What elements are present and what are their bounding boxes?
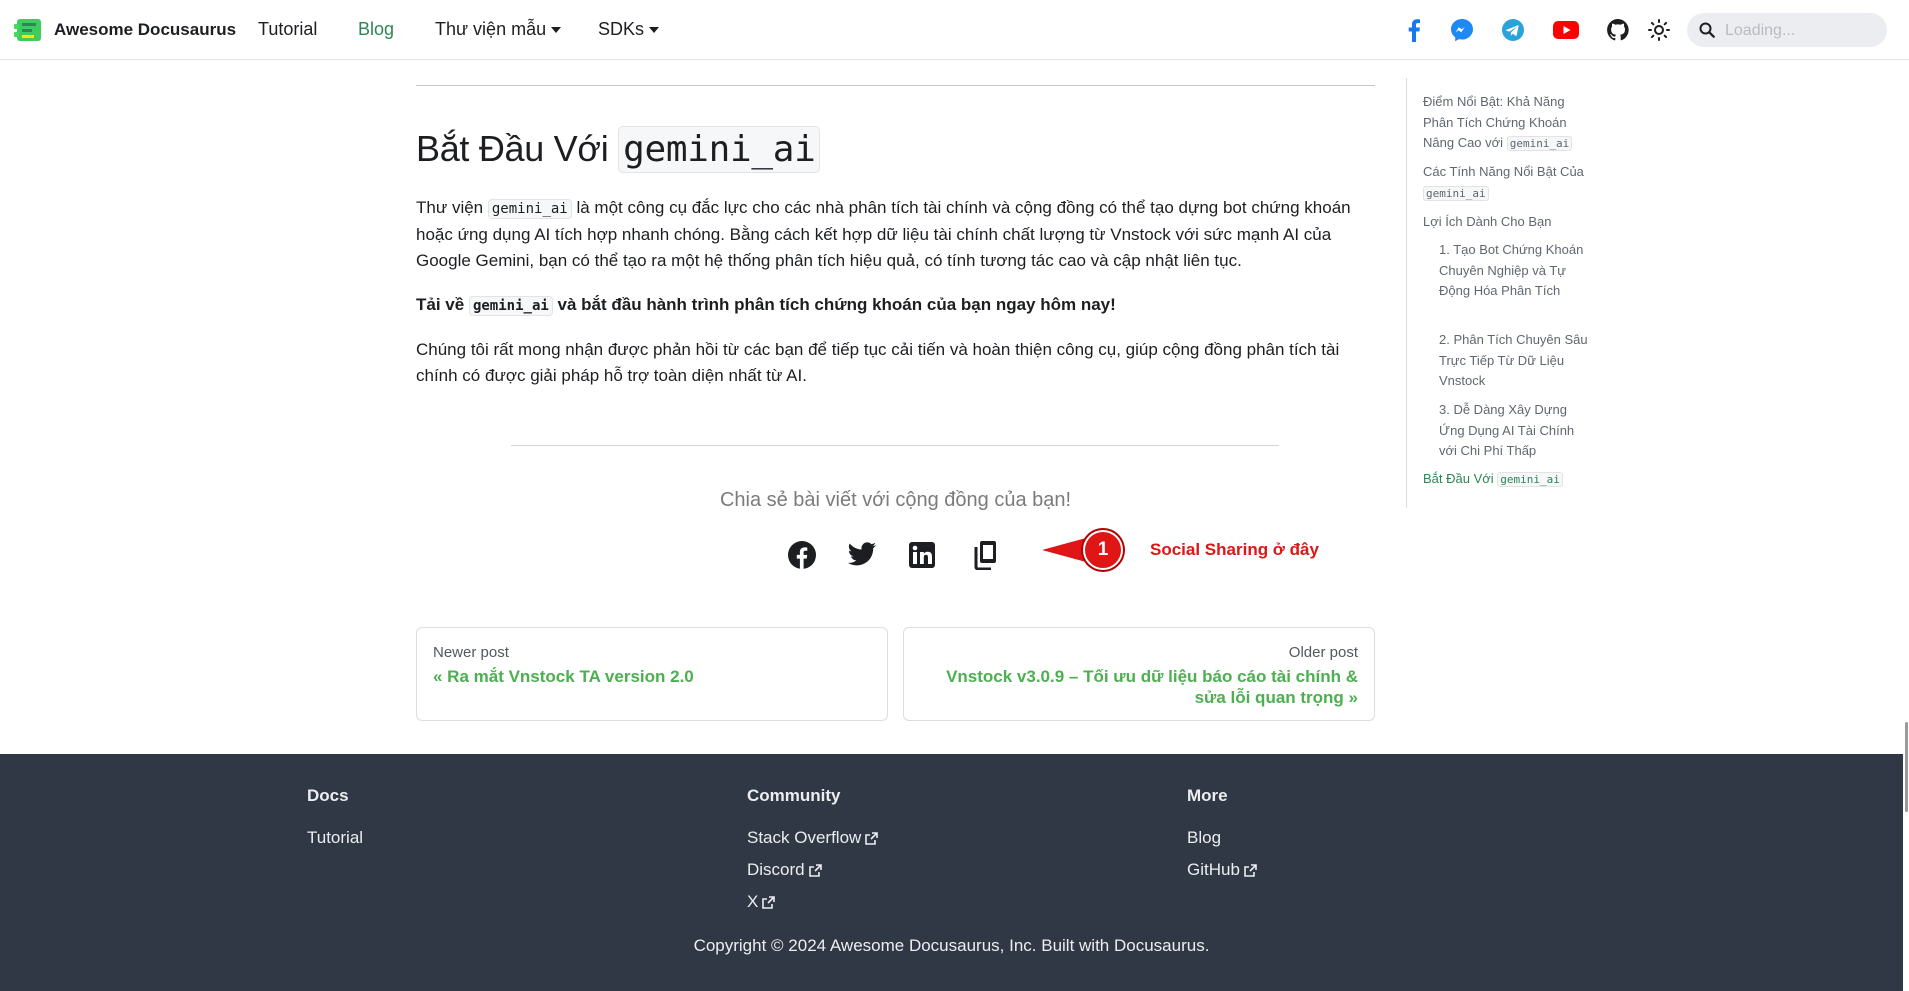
external-link-icon xyxy=(808,863,822,877)
footer-link-x[interactable]: X xyxy=(747,892,776,912)
nav-dropdown-sdks[interactable]: SDKs xyxy=(598,19,660,40)
chevron-down-icon xyxy=(649,27,660,34)
inline-code: gemini_ai xyxy=(468,296,553,316)
toc-subitem[interactable]: 1. Tạo Bot Chứng Khoán Chuyên Nghiệp và … xyxy=(1439,240,1589,302)
toc-item[interactable]: Các Tính Năng Nổi Bật Của gemini_ai xyxy=(1423,162,1593,204)
copyright: Copyright © 2024 Awesome Docusaurus, Inc… xyxy=(693,936,1210,955)
share-title: Chia sẻ bài viết với cộng đồng của bạn! xyxy=(719,489,1072,511)
annotation-label: Social Sharing ở đây xyxy=(1150,540,1319,559)
navbar: Awesome Docusaurus Tutorial Blog Thư việ… xyxy=(0,0,1909,60)
footer-link-stackoverflow[interactable]: Stack Overflow xyxy=(747,828,879,848)
toc-item[interactable]: Lợi Ích Dành Cho Bạn xyxy=(1423,212,1593,233)
section-heading: Bắt Đầu Với gemini_ai xyxy=(416,124,821,175)
search-input[interactable] xyxy=(1723,20,1877,42)
footer-link-tutorial[interactable]: Tutorial xyxy=(307,828,363,848)
inline-code: gemini_ai xyxy=(487,199,572,219)
youtube-icon[interactable] xyxy=(1553,17,1579,43)
share-divider xyxy=(511,445,1279,446)
search-box[interactable] xyxy=(1687,13,1887,47)
footer-link-label: Stack Overflow xyxy=(747,828,862,847)
footer-title-more: More xyxy=(1187,786,1228,805)
share-facebook-icon[interactable] xyxy=(786,539,818,571)
pager-title: « Ra mắt Vnstock TA version 2.0 xyxy=(433,667,694,686)
messenger-icon[interactable] xyxy=(1449,17,1475,43)
toc-item-code: gemini_ai xyxy=(1506,136,1573,151)
brand-logo-icon xyxy=(14,19,41,41)
paragraph-cta: Tải về gemini_ai và bắt đầu hành trình p… xyxy=(416,292,1376,319)
external-link-icon xyxy=(1244,863,1257,877)
paragraph-intro: Thư viện gemini_ai là một công cụ đắc lự… xyxy=(416,195,1376,274)
copy-link-icon[interactable] xyxy=(968,539,1000,571)
search-icon xyxy=(1699,22,1715,38)
toc-item-active[interactable]: Bắt Đầu Với gemini_ai xyxy=(1423,469,1593,491)
share-linkedin-icon[interactable] xyxy=(906,539,938,571)
pager-title: Vnstock v3.0.9 – Tối ưu dữ liệu báo cáo … xyxy=(946,667,1358,707)
divider xyxy=(416,85,1375,86)
brand-title: Awesome Docusaurus xyxy=(54,20,237,39)
paragraph-text: Tải về xyxy=(416,295,465,314)
pager-sublabel: Older post xyxy=(1288,644,1358,661)
pager-older-post[interactable]: Older post Vnstock v3.0.9 – Tối ưu dữ li… xyxy=(903,627,1375,721)
paragraph-text: Thư viện xyxy=(416,198,484,217)
footer-link-blog[interactable]: Blog xyxy=(1187,828,1221,848)
nav-link-blog[interactable]: Blog xyxy=(358,19,394,40)
toc-item[interactable]: Điểm Nổi Bật: Khả Năng Phân Tích Chứng K… xyxy=(1423,92,1593,155)
toc-subitem[interactable]: 2. Phân Tích Chuyên Sâu Trực Tiếp Từ Dữ … xyxy=(1439,330,1589,392)
footer-title-community: Community xyxy=(747,786,841,805)
pager-newer-post[interactable]: Newer post « Ra mắt Vnstock TA version 2… xyxy=(416,627,888,721)
footer-link-label: X xyxy=(747,892,759,911)
chevron-down-icon xyxy=(551,27,562,34)
paragraph-text: và bắt đầu hành trình phân tích chứng kh… xyxy=(557,295,1116,314)
facebook-icon[interactable] xyxy=(1401,17,1427,43)
nav-dropdown-library[interactable]: Thư viện mẫu xyxy=(435,19,562,40)
scrollbar-track[interactable] xyxy=(1903,60,1909,991)
github-icon[interactable] xyxy=(1605,17,1631,43)
theme-toggle-icon[interactable] xyxy=(1646,17,1672,43)
toc-item-text: Các Tính Năng Nổi Bật Của xyxy=(1423,164,1584,179)
scrollbar-thumb[interactable] xyxy=(1905,722,1908,812)
table-of-contents: Điểm Nổi Bật: Khả Năng Phân Tích Chứng K… xyxy=(1406,78,1591,508)
external-link-icon xyxy=(762,895,776,909)
section-heading-code: gemini_ai xyxy=(618,126,821,173)
footer-title-docs: Docs xyxy=(307,786,349,805)
footer-link-github[interactable]: GitHub xyxy=(1187,860,1257,880)
toc-item-code: gemini_ai xyxy=(1423,185,1489,201)
external-link-icon xyxy=(865,831,879,845)
telegram-icon[interactable] xyxy=(1500,17,1526,43)
toc-subitem[interactable]: 3. Dễ Dàng Xây Dựng Ứng Dụng AI Tài Chín… xyxy=(1439,400,1589,462)
footer-link-label: Discord xyxy=(747,860,805,879)
brand-link[interactable]: Awesome Docusaurus xyxy=(14,16,236,44)
toc-item-code: gemini_ai xyxy=(1497,472,1563,487)
pager-sublabel: Newer post xyxy=(433,644,509,661)
toc-item-text: Bắt Đầu Với xyxy=(1423,471,1494,486)
annotation-marker: 1 xyxy=(1083,530,1123,570)
nav-link-tutorial[interactable]: Tutorial xyxy=(258,19,317,40)
footer-link-label: GitHub xyxy=(1187,860,1240,879)
share-twitter-icon[interactable] xyxy=(846,539,878,571)
section-heading-text: Bắt Đầu Với xyxy=(416,128,609,169)
footer: Docs Tutorial Community Stack Overflow D… xyxy=(0,754,1903,991)
nav-dropdown-sdks-label: SDKs xyxy=(598,19,645,39)
paragraph-feedback: Chúng tôi rất mong nhận được phản hồi từ… xyxy=(416,340,1340,385)
nav-dropdown-library-label: Thư viện mẫu xyxy=(435,19,547,39)
footer-link-discord[interactable]: Discord xyxy=(747,860,822,880)
